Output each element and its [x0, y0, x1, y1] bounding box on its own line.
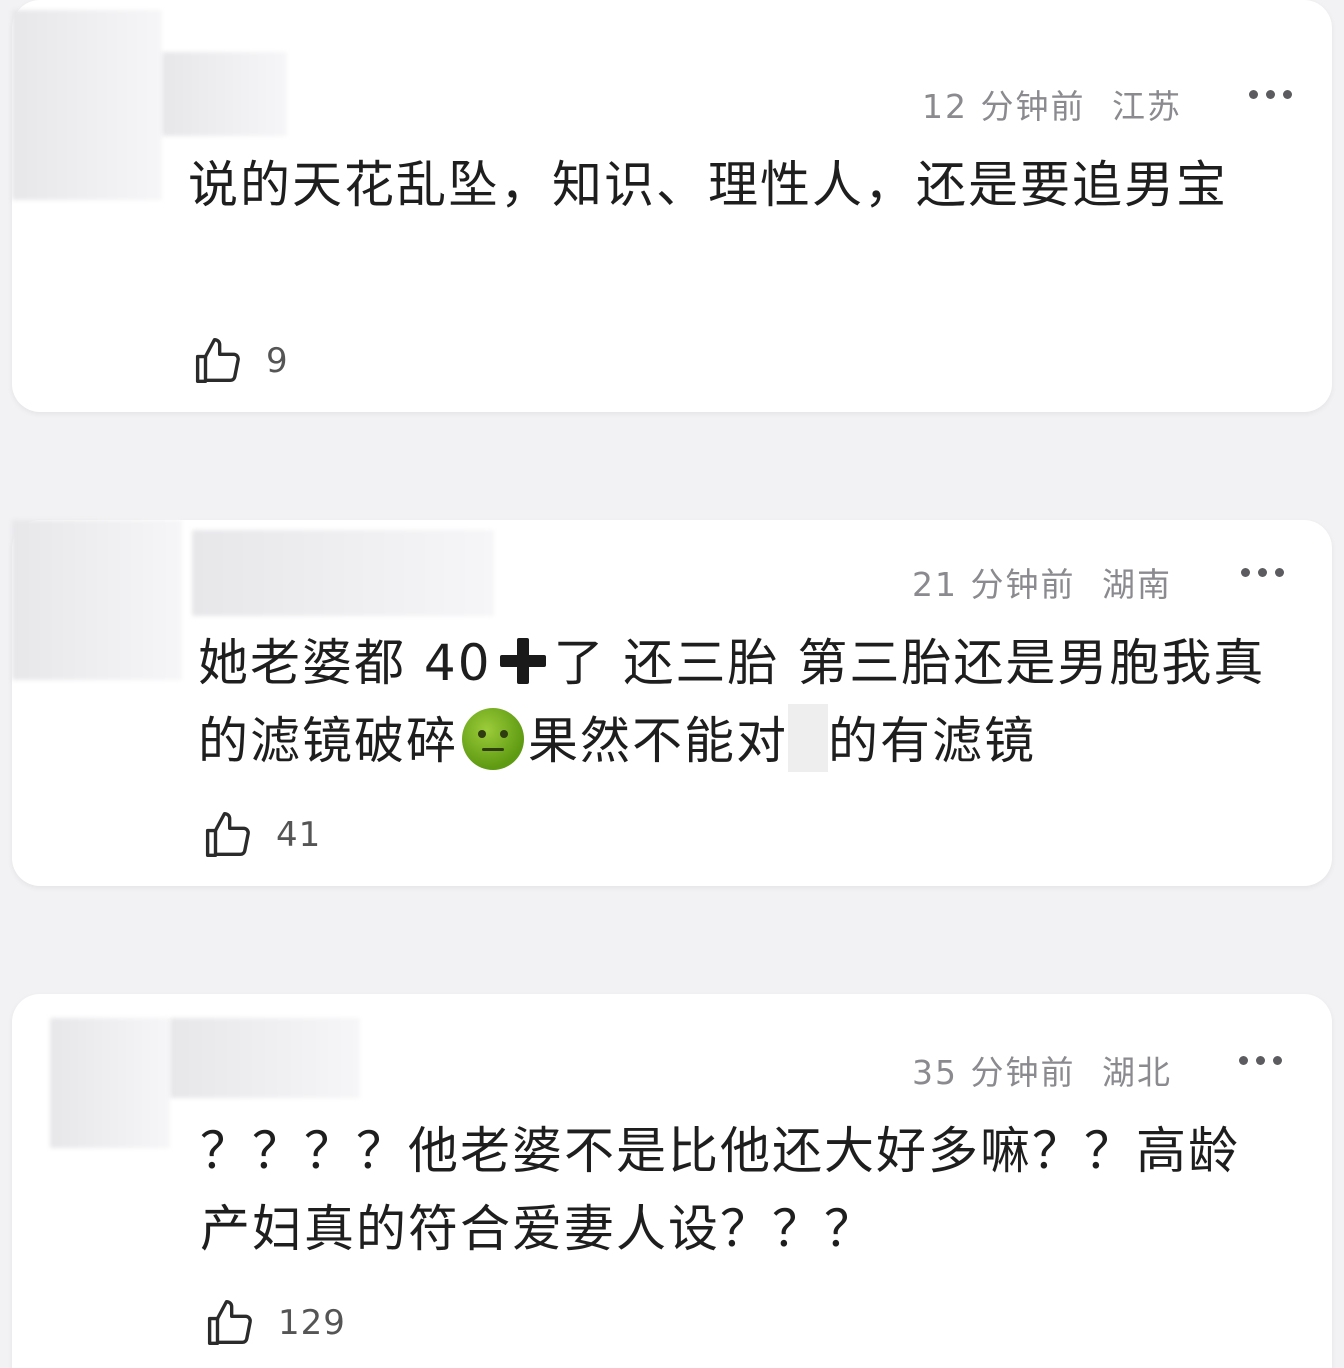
thumbs-up-icon	[207, 1299, 252, 1345]
comment-meta: 21 分钟前 湖南	[912, 558, 1172, 606]
like-button[interactable]: 41	[202, 808, 321, 862]
comment-meta: 35 分钟前 湖北	[912, 1046, 1172, 1094]
avatar-redacted	[50, 1018, 170, 1148]
thumbs-up-icon	[205, 811, 250, 857]
comment-text-part: 她老婆都 40	[198, 634, 492, 692]
like-count: 41	[276, 815, 322, 855]
more-dot	[1249, 90, 1258, 99]
more-dot	[1256, 1056, 1265, 1065]
comment-time: 35 分钟前	[912, 1053, 1076, 1092]
comment-text-part: 果然不能对	[528, 712, 788, 770]
thumbs-up-icon	[195, 337, 240, 383]
comment-card: 12 分钟前 江苏 说的天花乱坠，知识、理性人，还是要追男宝 9	[12, 0, 1332, 412]
comment-time: 21 分钟前	[912, 565, 1076, 604]
avatar-redacted	[12, 10, 162, 200]
more-dot	[1258, 568, 1267, 577]
comment-card: 21 分钟前 湖南 她老婆都 40 了 还三胎 第三胎还是男胞我真的滤镜破碎 果然不…	[12, 520, 1332, 886]
comment-meta: 12 分钟前 江苏	[922, 80, 1182, 128]
nauseated-face-emoji-icon	[462, 708, 524, 770]
more-dot	[1266, 90, 1275, 99]
heavy-plus-icon	[498, 636, 548, 686]
comment-text-part: 的有滤镜	[828, 712, 1036, 770]
comment-location: 湖南	[1102, 565, 1172, 604]
more-dot	[1283, 90, 1292, 99]
comment-text: ？？？？他老婆不是比他还大好多嘛？？高龄产妇真的符合爱妻人设？？？	[200, 1122, 1240, 1258]
username-redacted	[170, 1018, 360, 1098]
comment-location: 湖北	[1102, 1053, 1172, 1092]
more-options-button[interactable]	[1249, 90, 1292, 99]
like-button[interactable]: 9	[192, 334, 289, 388]
avatar-redacted	[12, 520, 182, 680]
username-redacted	[192, 530, 494, 616]
more-dot	[1275, 568, 1284, 577]
more-options-button[interactable]	[1239, 1056, 1282, 1065]
more-dot	[1241, 568, 1250, 577]
comment-location: 江苏	[1112, 87, 1182, 126]
like-count: 129	[278, 1303, 346, 1343]
like-button[interactable]: 129	[204, 1296, 346, 1350]
comment-text: 她老婆都 40 了 还三胎 第三胎还是男胞我真的滤镜破碎 果然不能对 的有滤镜	[198, 624, 1298, 780]
comment-text: 说的天花乱坠，知识、理性人，还是要追男宝	[188, 156, 1228, 214]
more-dot	[1239, 1056, 1248, 1065]
redacted-character	[788, 704, 828, 772]
comment-time: 12 分钟前	[922, 87, 1086, 126]
username-redacted	[162, 52, 287, 136]
like-count: 9	[266, 341, 289, 381]
more-dot	[1273, 1056, 1282, 1065]
comment-card: 35 分钟前 湖北 ？？？？他老婆不是比他还大好多嘛？？高龄产妇真的符合爱妻人设…	[12, 994, 1332, 1368]
more-options-button[interactable]	[1241, 568, 1284, 577]
